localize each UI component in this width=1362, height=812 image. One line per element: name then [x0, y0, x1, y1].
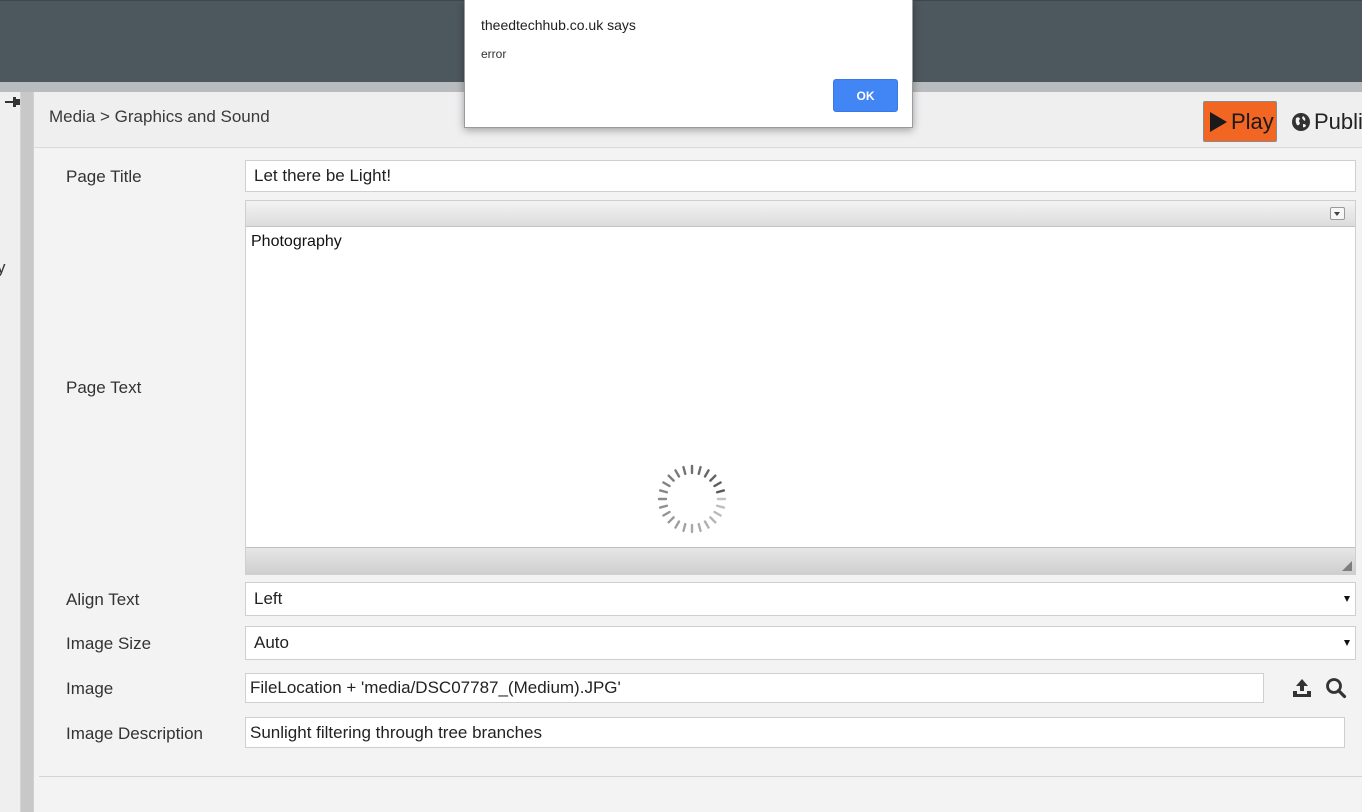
ok-button[interactable]: OK — [833, 79, 898, 112]
dialog-title: theedtechhub.co.uk says — [481, 17, 636, 33]
play-icon — [1210, 111, 1227, 132]
align-text-label: Align Text — [66, 590, 140, 609]
image-path-input[interactable]: FileLocation + 'media/DSC07787_(Medium).… — [245, 673, 1264, 703]
globe-icon — [1292, 113, 1310, 131]
page-title-value: Let there be Light! — [254, 166, 392, 185]
publish-button[interactable]: Publi — [1291, 109, 1362, 135]
sidebar-text-fragment: y — [0, 258, 6, 278]
image-description-input[interactable]: Sunlight filtering through tree branches — [245, 717, 1345, 748]
image-label: Image — [66, 679, 114, 698]
page-title-input[interactable]: Let there be Light! — [245, 160, 1356, 192]
image-size-select[interactable]: Auto — [245, 626, 1356, 660]
panel-gap — [22, 92, 33, 812]
page-text-value: Photography — [251, 233, 342, 250]
dropdown-toggle-icon[interactable] — [1330, 207, 1345, 220]
page-title-label: Page Title — [66, 167, 142, 186]
align-text-value: Left — [254, 589, 283, 608]
play-button[interactable]: Play — [1203, 101, 1277, 142]
image-size-value: Auto — [254, 633, 289, 652]
page-text-label: Page Text — [66, 378, 142, 397]
editor-toolbar — [246, 201, 1355, 227]
search-icon[interactable] — [1325, 677, 1347, 699]
chevron-down-icon — [1344, 596, 1350, 602]
publish-label: Publi — [1314, 109, 1362, 134]
pin-icon[interactable] — [3, 94, 21, 110]
image-path-value: FileLocation + 'media/DSC07787_(Medium).… — [250, 678, 621, 697]
form-divider — [39, 776, 1362, 777]
dialog-message: error — [481, 47, 507, 61]
chevron-down-icon — [1344, 640, 1350, 646]
loading-spinner-icon — [657, 464, 727, 534]
upload-icon[interactable] — [1291, 677, 1313, 699]
editor-status-bar — [246, 547, 1355, 574]
resize-grip-icon[interactable] — [1342, 561, 1352, 571]
alert-dialog: theedtechhub.co.uk says error OK — [464, 0, 913, 128]
align-text-select[interactable]: Left — [245, 582, 1356, 616]
image-size-label: Image Size — [66, 634, 152, 653]
editor-content-area[interactable]: Photography — [246, 228, 1355, 547]
main-panel: Media > Graphics and Sound Play Publi Pa… — [33, 92, 1362, 812]
image-description-value: Sunlight filtering through tree branches — [250, 722, 543, 742]
play-label: Play — [1231, 108, 1274, 134]
page-text-editor[interactable]: Photography — [245, 200, 1356, 575]
left-sidebar: y — [0, 92, 21, 812]
image-description-label: Image Description — [66, 724, 204, 743]
breadcrumb: Media > Graphics and Sound — [49, 107, 270, 126]
